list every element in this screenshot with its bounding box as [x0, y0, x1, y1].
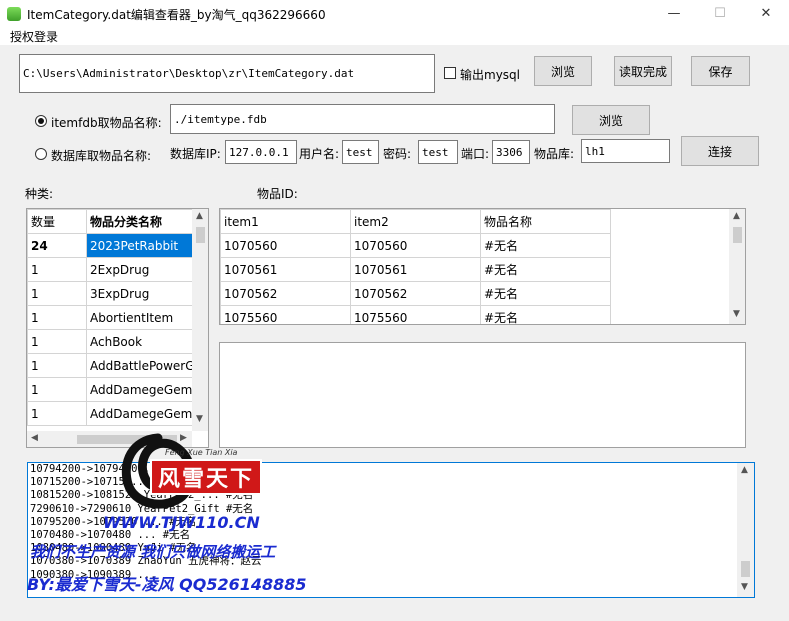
db-port-label: 端口: [461, 147, 490, 161]
category-count-cell[interactable]: 1 [27, 353, 87, 378]
db-ip-input[interactable]: 127.0.0.1 [225, 140, 297, 164]
category-name-cell[interactable]: AddDamegeGem [86, 377, 194, 402]
database-label: 数据库取物品名称: [51, 149, 152, 163]
category-col-count[interactable]: 数量 [27, 209, 87, 234]
category-count-cell[interactable]: 24 [27, 233, 87, 258]
table-row[interactable]: 1 AddDamegeGem [27, 377, 194, 402]
log-vscroll-thumb[interactable] [741, 561, 750, 577]
scroll-up-icon[interactable]: ▲ [196, 211, 203, 221]
category-count-cell[interactable]: 1 [27, 305, 87, 330]
category-count-cell[interactable]: 1 [27, 281, 87, 306]
db-password-input[interactable]: test [418, 140, 458, 164]
maximize-button[interactable]: ☐ [697, 0, 743, 27]
category-count-cell[interactable]: 1 [27, 329, 87, 354]
item-name-cell[interactable]: #无名 [480, 305, 611, 324]
itemfdb-radio[interactable] [35, 115, 47, 127]
table-row[interactable]: 1 3ExpDrug [27, 281, 194, 306]
item-name-cell[interactable]: #无名 [480, 233, 611, 258]
watermark-slogan: 我们不生产资源 我们只做网络搬运工 [30, 543, 276, 561]
item2-cell[interactable]: 1070562 [350, 281, 481, 306]
table-row[interactable]: 1 AddDamegeGem2 [27, 401, 194, 426]
watermark-url: WWW.TJW110.CN [103, 513, 260, 532]
category-vscroll[interactable]: ▲ ▼ [192, 209, 208, 431]
category-col-name[interactable]: 物品分类名称 [86, 209, 194, 234]
db-password-label: 密码: [383, 147, 412, 161]
scroll-left-icon[interactable]: ◀ [31, 433, 38, 443]
category-count-cell[interactable]: 1 [27, 257, 87, 282]
item2-cell[interactable]: 1070560 [350, 233, 481, 258]
table-row[interactable]: 1 2ExpDrug [27, 257, 194, 282]
item-id-label: 物品ID: [257, 187, 298, 201]
watermark-subtitle: Feng Xue Tian Xia [165, 448, 238, 457]
scroll-up-icon[interactable]: ▲ [733, 211, 740, 221]
item-vscroll[interactable]: ▲ ▼ [729, 209, 745, 324]
table-row[interactable]: 1 AddBattlePowerG [27, 353, 194, 378]
item-col-name[interactable]: 物品名称 [480, 209, 611, 234]
item-name-cell[interactable]: #无名 [480, 281, 611, 306]
item1-cell[interactable]: 1075560 [220, 305, 351, 324]
table-row[interactable]: 1075560 1075560 #无名 [220, 305, 611, 324]
table-row[interactable]: 1070561 1070561 #无名 [220, 257, 611, 282]
watermark-logo: 风雪天下 [150, 459, 263, 495]
menu-bar [0, 27, 789, 45]
table-row[interactable]: 1070560 1070560 #无名 [220, 233, 611, 258]
item-col-item1[interactable]: item1 [220, 209, 351, 234]
category-grid[interactable]: 数量 物品分类名称 24 2023PetRabbit 1 2ExpDrug 1 3E… [26, 208, 209, 448]
output-mysql-label: 输出mysql [460, 68, 520, 82]
item-col-item2[interactable]: item2 [350, 209, 481, 234]
item1-cell[interactable]: 1070562 [220, 281, 351, 306]
table-row[interactable]: 1 AchBook [27, 329, 194, 354]
category-vscroll-thumb[interactable] [196, 227, 205, 243]
table-row[interactable]: 1 AbortientItem [27, 305, 194, 330]
item1-cell[interactable]: 1070561 [220, 257, 351, 282]
scroll-down-icon[interactable]: ▼ [196, 414, 203, 424]
db-name-label: 物品库: [534, 147, 575, 161]
browse-itemfdb-button[interactable]: 浏览 [572, 105, 650, 135]
db-name-input[interactable]: lh1 [581, 139, 670, 163]
log-vscroll[interactable]: ▲ ▼ [737, 463, 754, 597]
item2-cell[interactable]: 1075560 [350, 305, 481, 324]
menu-auth-login[interactable]: 授权登录 [10, 28, 58, 45]
close-button[interactable]: ✕ [743, 0, 789, 27]
window-title: ItemCategory.dat编辑查看器_by淘气_qq362296660 [27, 8, 326, 22]
category-name-cell[interactable]: AddBattlePowerG [86, 353, 194, 378]
watermark-author: BY:最爱下雪天-凌风 QQ526148885 [27, 575, 307, 594]
category-name-cell-selected[interactable]: 2023PetRabbit [86, 233, 194, 258]
category-label: 种类: [25, 187, 54, 201]
minimize-button[interactable]: — [651, 0, 697, 27]
read-done-button[interactable]: 读取完成 [614, 56, 672, 86]
save-button[interactable]: 保存 [691, 56, 750, 86]
database-radio[interactable] [35, 148, 47, 160]
file-path-input[interactable]: C:\Users\Administrator\Desktop\zr\ItemCa… [19, 54, 435, 93]
connect-button[interactable]: 连接 [681, 136, 759, 166]
db-user-input[interactable]: test [342, 140, 379, 164]
category-name-cell[interactable]: 3ExpDrug [86, 281, 194, 306]
item-id-grid[interactable]: item1 item2 物品名称 1070560 1070560 #无名 10705… [219, 208, 746, 325]
itemfdb-path-input[interactable]: ./itemtype.fdb [170, 104, 555, 134]
detail-panel[interactable] [219, 342, 746, 448]
output-mysql-checkbox[interactable] [444, 67, 456, 79]
category-name-cell[interactable]: AchBook [86, 329, 194, 354]
db-port-input[interactable]: 3306 [492, 140, 530, 164]
item2-cell[interactable]: 1070561 [350, 257, 481, 282]
scroll-up-icon[interactable]: ▲ [741, 465, 748, 475]
item1-cell[interactable]: 1070560 [220, 233, 351, 258]
category-name-cell[interactable]: AddDamegeGem2 [86, 401, 194, 426]
scroll-down-icon[interactable]: ▼ [733, 309, 740, 319]
item-vscroll-thumb[interactable] [733, 227, 742, 243]
category-count-cell[interactable]: 1 [27, 377, 87, 402]
table-row[interactable]: 24 2023PetRabbit [27, 233, 194, 258]
db-user-label: 用户名: [299, 147, 340, 161]
app-icon [7, 7, 21, 21]
db-ip-label: 数据库IP: [170, 147, 221, 161]
browse-file-button[interactable]: 浏览 [534, 56, 592, 86]
table-row[interactable]: 1070562 1070562 #无名 [220, 281, 611, 306]
scroll-down-icon[interactable]: ▼ [741, 582, 748, 592]
item-name-cell[interactable]: #无名 [480, 257, 611, 282]
category-count-cell[interactable]: 1 [27, 401, 87, 426]
category-name-cell[interactable]: AbortientItem [86, 305, 194, 330]
itemfdb-label: itemfdb取物品名称: [51, 116, 162, 130]
category-name-cell[interactable]: 2ExpDrug [86, 257, 194, 282]
